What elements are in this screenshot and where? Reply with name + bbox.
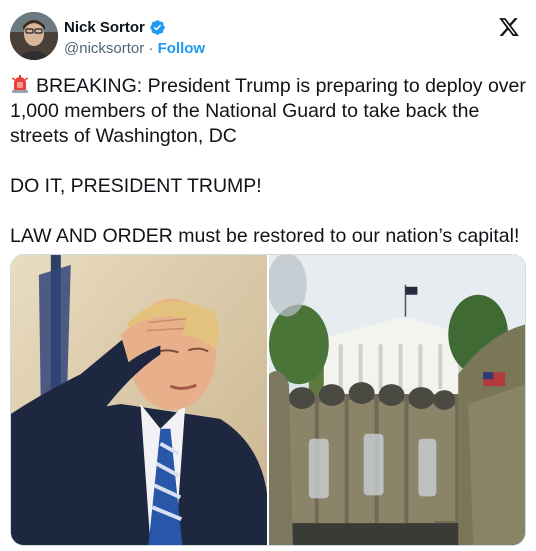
avatar-image [10,12,58,60]
handle-row: @nicksortor · Follow [64,40,205,57]
name-row: Nick Sortor [64,19,166,36]
tweet-text: BREAKING: President Trump is preparing t… [10,74,530,249]
tweet-line-breaking: BREAKING: President Trump is preparing t… [10,75,526,147]
saluting-man-image [11,255,267,545]
police-siren-emoji-icon [11,75,29,93]
tweet-line-law-and-order: LAW AND ORDER must be restored to our na… [10,225,520,247]
tweet-header: Nick Sortor @nicksortor · Follow [10,12,526,64]
author-name[interactable]: Nick Sortor [64,19,145,36]
handle-separator: · [144,40,158,57]
tweet-paragraph-3: LAW AND ORDER must be restored to our na… [10,224,530,249]
national-guard-image [269,255,525,545]
tweet-paragraph-1: BREAKING: President Trump is preparing t… [10,74,530,149]
media-photo-national-guard[interactable] [269,255,525,545]
verified-badge-icon [150,20,165,35]
x-logo-icon[interactable] [498,16,520,38]
media-photo-saluting-man[interactable] [11,255,267,545]
tweet-media-grid [10,254,526,546]
tweet-paragraph-2: DO IT, PRESIDENT TRUMP! [10,174,530,199]
avatar[interactable] [10,12,58,60]
author-handle[interactable]: @nicksortor [64,40,144,57]
tweet-card: Nick Sortor @nicksortor · Follow BREAKIN… [0,0,536,551]
follow-button[interactable]: Follow [158,40,206,57]
tweet-line-do-it: DO IT, PRESIDENT TRUMP! [10,175,262,197]
